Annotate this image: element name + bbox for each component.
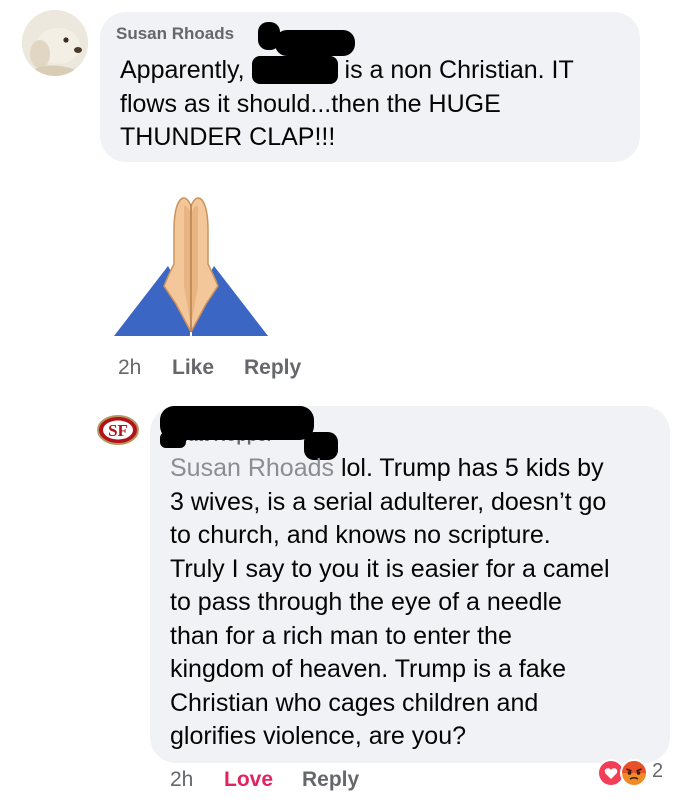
love-button[interactable]: Love (224, 768, 273, 792)
redacted-name: Hopper (251, 56, 338, 84)
name-redaction (160, 432, 186, 448)
comment-time[interactable]: 2h (118, 356, 141, 380)
comment-line: than for a rich man to enter the (170, 621, 512, 650)
comment-line: 3 wives, is a serial adulterer, doesn’t … (170, 487, 607, 516)
reply-button[interactable]: Reply (302, 768, 359, 792)
commenter-avatar[interactable]: SF (97, 409, 139, 451)
comment-line: kingdom of heaven. Trump is a fake (170, 655, 567, 683)
comment-author[interactable]: Susan Rhoads (116, 24, 234, 44)
comment-text: Apparently, Hopper is a non Christian. I… (120, 54, 574, 155)
comment-text: Susan Rhoads lol. Trump has 5 kids by 3 … (170, 452, 610, 754)
comment-line: glorifies violence, are you? (170, 722, 466, 750)
comment-line: Apparently, Hopper is a non Christian. I… (120, 56, 574, 84)
comment-line: to church, and knows no scripture. (170, 521, 551, 549)
reply-button[interactable]: Reply (244, 356, 301, 380)
comment-bubble: Susan Rhoads Apparently, Hopper is a non… (100, 12, 640, 162)
dog-avatar-image (22, 10, 88, 76)
comment-line: Christian who cages children and (170, 688, 539, 717)
comment-line: Truly I say to you it is easier for a ca… (170, 554, 610, 583)
comment-line: THUNDER CLAP!!! (120, 123, 336, 151)
comment-bubble: Matt Hopper Susan Rhoads lol. Trump has … (150, 406, 670, 763)
commenter-avatar[interactable] (22, 10, 88, 76)
comment-time[interactable]: 2h (170, 768, 193, 792)
comment-line: to pass through the eye of a needle (170, 588, 562, 616)
comment-actions: 2h Like Reply (0, 356, 700, 384)
comment-actions: 2h Love Reply (0, 768, 700, 796)
mention-link[interactable]: Susan Rhoads (170, 454, 334, 482)
comment-line: Susan Rhoads lol. Trump has 5 kids by (170, 454, 604, 482)
comment-line: flows as it should...then the HUGE (120, 89, 501, 118)
sf-logo-icon: SF (97, 415, 139, 445)
like-button[interactable]: Like (172, 356, 214, 380)
folded-hands-emoji (112, 186, 270, 336)
name-redaction (275, 30, 355, 56)
svg-text:SF: SF (108, 421, 128, 440)
